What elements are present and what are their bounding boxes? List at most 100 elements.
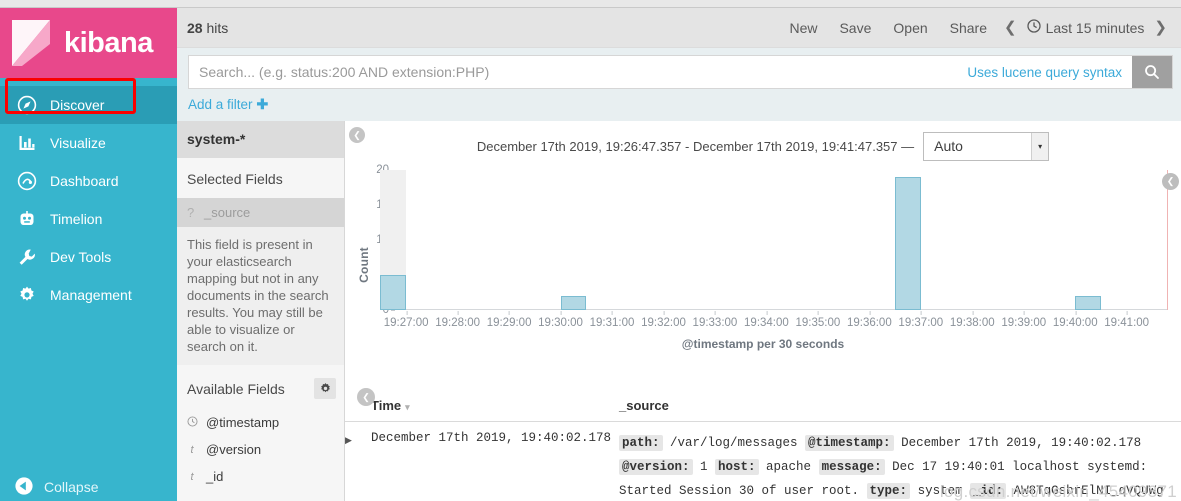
save-button[interactable]: Save — [828, 8, 882, 48]
histogram-bar[interactable] — [1075, 296, 1101, 310]
x-tick-label: 19:37:00 — [898, 311, 943, 329]
x-tick-label: 19:32:00 — [641, 311, 686, 329]
x-tick-label: 19:29:00 — [487, 311, 531, 329]
open-button[interactable]: Open — [882, 8, 938, 48]
chevron-left-icon[interactable]: ❮ — [998, 8, 1023, 48]
gear-icon — [14, 282, 40, 308]
chevron-left-circle-icon[interactable]: ❮ — [349, 127, 365, 143]
field-type-icon: t — [190, 470, 194, 483]
bar-chart-icon — [14, 130, 40, 156]
timelion-icon — [14, 206, 40, 232]
kibana-wordmark: kibana — [64, 26, 153, 59]
available-field-id[interactable]: t _id — [177, 463, 344, 490]
hits-label: hits — [206, 19, 229, 36]
chevron-right-icon[interactable]: ❯ — [1148, 8, 1173, 48]
clock-icon — [187, 415, 198, 430]
gear-icon[interactable] — [314, 378, 336, 399]
histogram-bar[interactable] — [380, 275, 407, 310]
now-marker-line — [1167, 170, 1168, 310]
selected-fields-title: Selected Fields — [187, 171, 283, 187]
x-tick-label: 19:35:00 — [795, 311, 840, 329]
source-field-key: _id: — [970, 483, 1007, 499]
time-col-header[interactable]: Time ▾ — [371, 392, 619, 422]
clock-icon — [1026, 19, 1041, 36]
sidebar-item-label: Discover — [50, 97, 105, 113]
chart-y-axis-label: Count — [357, 247, 371, 283]
histogram-bar[interactable] — [560, 296, 587, 310]
add-filter-label: Add a filter — [188, 97, 253, 112]
collapse-left-icon — [14, 476, 34, 499]
histogram-bar[interactable] — [895, 177, 921, 310]
interval-value: Auto — [934, 138, 963, 154]
field-name: @timestamp — [206, 415, 280, 430]
expand-row-cell[interactable]: ▶ — [345, 422, 371, 501]
doc-table-header-row: Time ▾ _source — [345, 392, 1181, 422]
available-fields-header: Available Fields — [177, 365, 344, 409]
plot-frame — [395, 170, 1167, 310]
add-filter-button[interactable]: Add a filter ✚ — [188, 96, 268, 113]
field-name: _id — [206, 469, 224, 484]
field-note-text: This field is present in your elasticsea… — [177, 227, 344, 365]
available-fields-title: Available Fields — [187, 380, 285, 397]
field-type-icon: t — [190, 443, 194, 456]
available-field-version[interactable]: t @version — [177, 436, 344, 463]
nav-collapse-button[interactable]: Collapse — [0, 473, 177, 501]
lucene-syntax-link[interactable]: Uses lucene query syntax — [957, 56, 1132, 88]
x-tick-label: 19:36:00 — [847, 311, 892, 329]
sidebar-item-timelion[interactable]: Timelion — [0, 200, 177, 238]
source-field-key: @version: — [619, 459, 693, 475]
time-range-picker[interactable]: Last 15 minutes — [1023, 19, 1149, 36]
x-tick-label: 19:39:00 — [1001, 311, 1046, 329]
query-bar-area: Uses lucene query syntax — [177, 48, 1181, 89]
sort-caret-icon[interactable]: ▾ — [405, 402, 410, 412]
new-button[interactable]: New — [778, 8, 828, 48]
source-field-key: message: — [818, 459, 885, 475]
query-bar: Uses lucene query syntax — [188, 55, 1173, 89]
sidebar-item-label: Management — [50, 287, 132, 303]
available-field-timestamp[interactable]: @timestamp — [177, 409, 344, 436]
sidebar-item-visualize[interactable]: Visualize — [0, 124, 177, 162]
sidebar-item-dev-tools[interactable]: Dev Tools — [0, 238, 177, 276]
filter-row: Add a filter ✚ — [177, 89, 1181, 121]
time-col-label: Time — [371, 398, 402, 413]
compass-icon — [14, 92, 40, 118]
field-name: _source — [204, 205, 251, 220]
kibana-logo[interactable]: kibana — [0, 8, 177, 78]
wrench-icon — [14, 244, 40, 270]
source-field-value: December 17th 2019, 19:40:02.178 — [893, 436, 1142, 450]
chart-plot-area: 05101520 — [376, 164, 1168, 316]
chevron-left-circle-icon-right[interactable]: ❮ — [1162, 173, 1179, 190]
share-button[interactable]: Share — [939, 8, 998, 48]
x-tick-label: 19:33:00 — [693, 311, 737, 329]
content-column: ❮ December 17th 2019, 19:26:47.357 - Dec… — [345, 121, 1181, 501]
global-nav: kibana Discover Visualize Dashboard Time… — [0, 8, 177, 501]
chart-time-range-label: December 17th 2019, 19:26:47.357 - Decem… — [476, 138, 915, 154]
discover-header: 28 hits New Save Open Share ❮ Last 15 mi… — [177, 8, 1181, 48]
hits-number: 28 — [187, 19, 203, 36]
histogram-chart: Count ❮ 05101520 19:27:00 19:28:00 19:29:0… — [345, 164, 1181, 380]
search-icon[interactable] — [1132, 56, 1172, 88]
doc-table-body: ▶ December 17th 2019, 19:40:02.178 path: /… — [345, 422, 1181, 501]
chart-header: ❮ December 17th 2019, 19:26:47.357 - Dec… — [345, 121, 1181, 165]
sidebar-item-management[interactable]: Management — [0, 276, 177, 314]
search-input[interactable] — [189, 56, 958, 88]
index-pattern-selector[interactable]: system-* — [177, 121, 344, 158]
chevron-up-circle-icon[interactable]: ❮ — [357, 388, 375, 406]
interval-select[interactable]: Auto ▾ — [923, 131, 1050, 161]
x-tick-label: 19:28:00 — [435, 311, 480, 329]
main-region: 28 hits New Save Open Share ❮ Last 15 mi… — [177, 8, 1181, 501]
chart-x-axis-label: @timestamp per 30 seconds — [681, 337, 845, 351]
source-field-value: 1 — [692, 460, 716, 474]
kibana-discover-app: kibana Discover Visualize Dashboard Time… — [0, 0, 1181, 501]
table-row[interactable]: ▶ December 17th 2019, 19:40:02.178 path: /… — [345, 422, 1181, 501]
expand-caret-icon[interactable]: ▶ — [345, 435, 352, 445]
doc-table-head: Time ▾ _source — [345, 392, 1181, 422]
dashboard-icon — [14, 168, 40, 194]
sidebar-item-label: Dashboard — [50, 173, 119, 189]
source-field-value: system — [910, 484, 971, 498]
source-field-key: type: — [866, 483, 911, 499]
sidebar-item-discover[interactable]: Discover — [0, 86, 177, 124]
doc-source-cell: path: /var/log/messages @timestamp: Dece… — [619, 422, 1181, 501]
selected-field-source[interactable]: ? _source — [177, 198, 344, 227]
sidebar-item-dashboard[interactable]: Dashboard — [0, 162, 177, 200]
